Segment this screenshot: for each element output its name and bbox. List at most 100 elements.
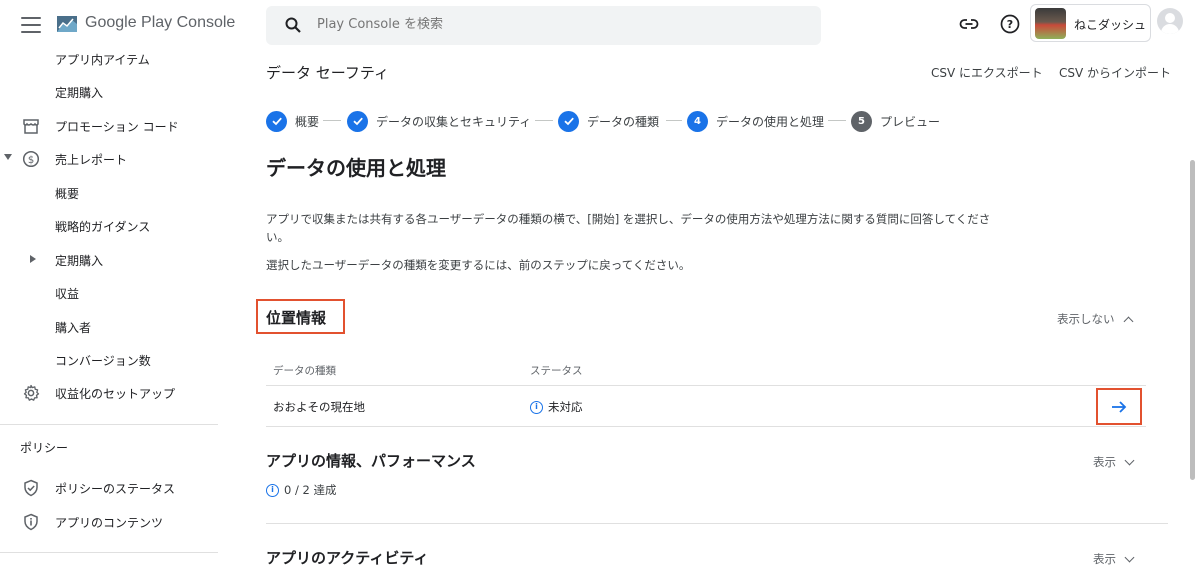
sidebar-item-app-content[interactable]: アプリのコンテンツ [0,506,225,538]
expand-toggle-app-activity[interactable]: 表示 [1093,551,1135,567]
scrollbar[interactable] [1190,160,1195,480]
step-data-usage[interactable]: 4 データの使用と処理 [687,110,824,132]
check-icon [266,110,287,132]
column-header-data-type: データの種類 [273,365,336,377]
sidebar-item-label: 定期購入 [55,85,104,100]
sidebar-item-monetization-setup[interactable]: 収益化のセットアップ [0,377,225,409]
page-header-title: データ セーフティ [266,64,389,82]
step-data-collection[interactable]: データの収集とセキュリティ [347,110,531,132]
step-connector [323,120,341,121]
play-console-app: Google Play Console アプリ内アイテム 定期購入 プロモーショ… [0,0,1200,581]
sidebar-item-label: 売上レポート [55,152,128,167]
sidebar-item-label: 概要 [55,186,80,201]
step-label: プレビュー [880,114,941,129]
export-csv-button[interactable]: CSV にエクスポート [931,64,1043,81]
brand-name[interactable]: Google Play Console [85,14,235,32]
sidebar-item-promo-codes[interactable]: プロモーション コード [0,110,225,142]
play-console-logo-icon[interactable] [55,12,79,36]
brand-name-console: Console [176,14,236,31]
account-name: ねこダッシュ [1074,18,1147,32]
sidebar-section-policy: ポリシー [20,441,69,455]
check-icon [347,110,368,132]
collapse-toggle-location[interactable]: 表示しない [1057,311,1133,327]
person-head-icon [1165,13,1175,23]
sidebar-item-label: 収益 [55,286,80,301]
sidebar: Google Play Console アプリ内アイテム 定期購入 プロモーショ… [0,0,235,581]
section-title-app-info-performance: アプリの情報、パフォーマンス [266,452,476,470]
step-number-badge: 5 [851,110,872,132]
sidebar-item-label: アプリ内アイテム [55,52,150,67]
info-icon: i [266,483,279,497]
help-icon[interactable]: ? [999,13,1021,35]
person-body-icon [1161,24,1179,34]
chevron-down-icon [1124,455,1135,465]
user-profile-avatar[interactable] [1157,8,1183,34]
step-preview[interactable]: 5 プレビュー [851,110,940,132]
step-number-badge: 4 [687,110,708,132]
sidebar-item-label: 戦略的ガイダンス [55,219,151,234]
sidebar-item-overview[interactable]: 概要 [0,177,225,209]
table-cell-data-type: おおよその現在地 [273,400,365,414]
description-line-1-cont: い。 [266,230,289,244]
expand-toggle-app-info[interactable]: 表示 [1093,454,1135,470]
sidebar-divider [0,552,218,553]
progress-stepper: 概要 データの収集とセキュリティ データの種類 4 データの使用と処理 5 プレ… [266,110,966,132]
sidebar-item-label: ポリシーのステータス [55,481,176,496]
link-icon[interactable] [958,13,980,35]
search-icon [285,17,301,33]
page-title: データの使用と処理 [266,156,446,180]
sidebar-item-revenue[interactable]: 収益 [0,277,225,309]
sidebar-item-policy-status[interactable]: ポリシーのステータス [0,472,225,504]
step-connector [666,120,682,121]
step-data-types[interactable]: データの種類 [558,110,659,132]
search-bar[interactable] [266,6,821,45]
sidebar-item-subscriptions-report[interactable]: 定期購入 [0,244,225,276]
chevron-down-icon [1124,552,1135,562]
table-divider [266,426,1146,427]
account-switcher[interactable]: ねこダッシュ [1030,4,1151,42]
search-input[interactable] [317,17,797,32]
toggle-label: 表示しない [1057,312,1115,326]
svg-text:$: $ [28,155,34,166]
column-header-status: ステータス [530,365,583,377]
section-divider [266,523,1168,524]
section-title-app-activity: アプリのアクティビティ [266,549,429,567]
step-overview[interactable]: 概要 [266,110,319,132]
toggle-label: 表示 [1093,455,1116,469]
sidebar-item-label: アプリのコンテンツ [55,515,164,530]
dollar-circle-icon: $ [22,150,40,168]
start-arrow-button[interactable] [1096,388,1142,425]
section-title-location: 位置情報 [266,309,327,327]
check-icon [558,110,579,132]
description-line-2: 選択したユーザーデータの種類を変更するには、前のステップに戻ってください。 [266,258,691,272]
sidebar-item-label: 購入者 [55,320,92,335]
step-label: データの収集とセキュリティ [376,114,532,129]
chevron-right-icon [30,255,36,263]
hamburger-menu-icon[interactable] [18,15,44,35]
step-label: 概要 [295,114,320,129]
sidebar-item-sales-reports[interactable]: $ 売上レポート [0,143,225,175]
storefront-icon [23,119,39,134]
sidebar-item-label: 定期購入 [55,253,104,268]
sidebar-item-label: プロモーション コード [55,119,179,134]
gear-icon [23,384,40,401]
sidebar-item-strategic-guidance[interactable]: 戦略的ガイダンス [0,210,225,242]
sidebar-divider [0,424,218,425]
brand-bar: Google Play Console [0,0,235,48]
import-csv-button[interactable]: CSV からインポート [1059,64,1171,81]
sidebar-item-in-app-products[interactable]: アプリ内アイテム [0,43,225,75]
description-line-1: アプリで収集または共有する各ユーザーデータの種類の横で、[開始] を選択し、デー… [266,212,991,226]
sidebar-item-conversions[interactable]: コンバージョン数 [0,344,225,376]
sidebar-item-subscriptions[interactable]: 定期購入 [0,76,225,108]
sidebar-item-label: コンバージョン数 [55,353,151,368]
table-cell-status: i 未対応 [530,399,583,415]
sidebar-item-buyers[interactable]: 購入者 [0,311,225,343]
svg-text:?: ? [1007,18,1013,31]
shield-check-icon [24,479,38,497]
toggle-label: 表示 [1093,552,1116,566]
status-text: 未対応 [548,400,583,414]
step-connector [535,120,553,121]
section-progress: i 0 / 2 達成 [266,482,336,498]
chevron-down-icon [4,154,12,160]
brand-name-google-play: Google Play [85,14,173,31]
